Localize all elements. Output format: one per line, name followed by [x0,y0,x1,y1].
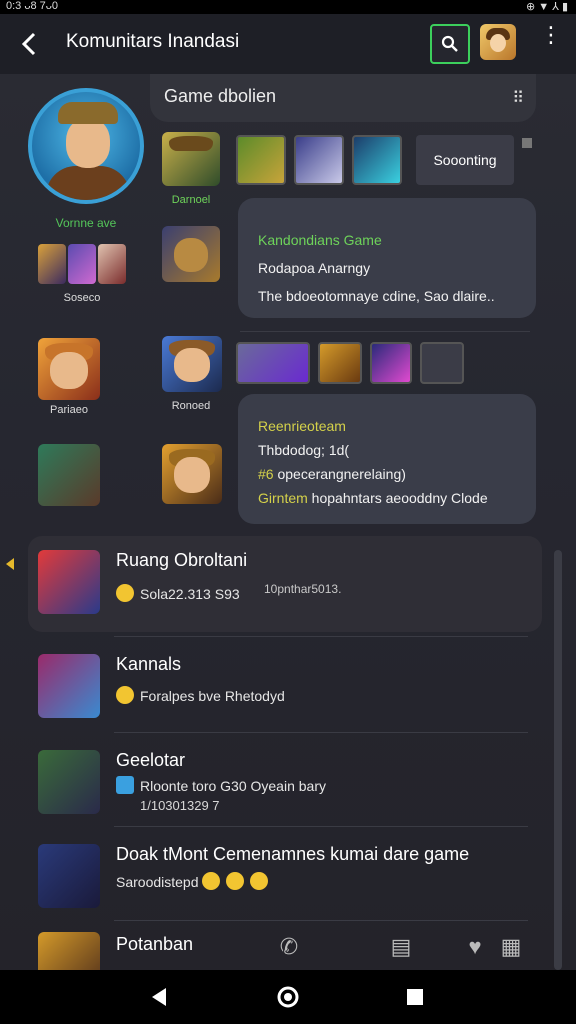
bubble-line: Thbdodog; 1d( [258,442,350,458]
list-item[interactable]: Ruang Obroltani Sola22.313 S93 10pnthar5… [28,536,542,632]
status-bar: 0:3 ᴗ8 7ᴗ0 ⊕ ▼ ⅄ ▮ [0,0,576,14]
back-arrow-icon[interactable] [18,28,46,60]
conversation-name: Doak tMont Cemenamnes kumai dare game [116,844,470,864]
list-item[interactable]: Doak tMont Cemenamnes kumai dare game Sa… [28,830,542,926]
system-nav-bar [0,970,576,1024]
phone-icon[interactable]: ✆ [276,934,302,960]
heart-icon[interactable]: ♥ [462,934,488,960]
smiley-icon [202,872,221,890]
conversation-thumb [38,550,100,614]
status-time: 0:3 ᴗ8 7ᴗ0 [6,0,58,12]
more-vert-icon[interactable]: ⋮ [540,24,562,58]
diamond-icon [116,776,134,794]
smiley-icon [116,584,134,602]
conversation-name: Kannals [116,654,182,674]
game-icon[interactable] [318,342,362,384]
game-icon[interactable] [236,135,286,185]
community-content: Vornne ave Soseco Darnoel Pariaeo Ronoed… [0,74,576,970]
chat-title: Game dbolien [164,86,277,106]
tile-label: Ronoed [171,400,211,412]
tile-label: Darnoel [171,194,211,206]
divider [114,920,528,921]
conversation-name: Ruang Obroltani [116,550,248,570]
bubble-line: Rodapoa Anarngy [258,260,371,276]
game-icon[interactable] [420,342,464,384]
conversation-message: Rloonte toro G30 Oyeain bary [116,776,326,794]
conversation-thumb [38,932,100,970]
game-icon[interactable] [352,135,402,185]
scrollbar[interactable] [554,550,562,970]
bottom-action-bar: ✆ ▤ ♥ ▦ [270,932,540,968]
smiley-icon [226,872,245,890]
bubble-line: Kandondians Game [258,232,382,248]
bubble-line: #6 opecerangnerelaing) [258,466,406,482]
list-item[interactable]: Geelotar Rloonte toro G30 Oyeain bary 1/… [28,736,542,832]
tile-label: Pariaeo [50,404,88,416]
page-title: Komunitars Inandasi [66,31,240,52]
mini-avatar[interactable] [68,244,96,284]
conversation-thumb [38,844,100,908]
status-icons: ⊕ ▼ ⅄ ▮ [525,1,568,13]
avatar[interactable] [480,24,516,60]
square-icon [522,138,532,148]
game-tile[interactable] [162,444,222,504]
bubble-line: Girntem hopahntars aeooddny Clode [258,490,488,506]
expand-icon[interactable]: ⠿ [512,88,524,108]
bubble-line: The bdoeotomnaye cdine, Sao dlaire.. [258,288,495,304]
conversation-thumb [38,654,100,718]
conversation-message: Sola22.313 S93 [116,584,240,602]
nav-back-icon[interactable] [146,984,172,1010]
divider [114,636,528,637]
conversation-message: Foralpes bve Rhetodyd [116,686,285,704]
archive-icon[interactable]: ▤ [388,934,414,960]
chat-bubble: Reenrieoteam Thbdodog; 1d( #6 opecerangn… [238,394,536,524]
game-tile[interactable] [162,226,220,282]
bubble-line: Reenrieoteam [258,418,346,434]
game-tile[interactable] [162,336,222,392]
search-icon [441,35,458,52]
game-icon[interactable] [370,342,412,384]
game-icon[interactable] [294,135,344,185]
scroll-button[interactable]: Sooonting [416,135,514,185]
conversation-detail: 1/10301329 7 [140,798,220,813]
chat-panel-header: Game dbolien ⠿ [150,74,536,122]
list-item[interactable]: Kannals Foralpes bve Rhetodyd [28,640,542,736]
small-avatar-row [38,244,126,284]
selection-pointer [6,558,14,570]
conversation-name: Potanban [116,934,194,954]
smiley-icon [116,686,134,704]
divider [114,826,528,827]
profile-name: Vornne ave [55,216,117,230]
divider [240,331,530,332]
chat-bubble: Kandondians Game Rodapoa Anarngy The bdo… [238,198,536,318]
search-button[interactable] [430,24,470,64]
app-bar: Komunitars Inandasi ⋮ [0,14,576,74]
conversation-thumb [38,750,100,814]
game-icon-strip [236,135,402,185]
mini-avatar[interactable] [98,244,126,284]
game-tile[interactable] [38,444,100,506]
divider [114,732,528,733]
nav-recents-icon[interactable] [402,984,428,1010]
conversation-name: Geelotar [116,750,186,770]
profile-avatar[interactable] [28,88,144,204]
nav-home-icon[interactable] [275,984,301,1010]
game-icon-strip [236,342,464,384]
conversation-meta: 10pnthar5013. [264,582,342,596]
mini-avatar[interactable] [38,244,66,284]
grid-icon[interactable]: ▦ [498,934,524,960]
conversation-message: Saroodistepd [116,872,274,890]
small-row-label: Soseco [63,292,101,304]
game-tile[interactable] [38,338,100,400]
game-tile[interactable] [162,132,220,186]
smiley-icon [250,872,269,890]
game-icon[interactable] [236,342,310,384]
